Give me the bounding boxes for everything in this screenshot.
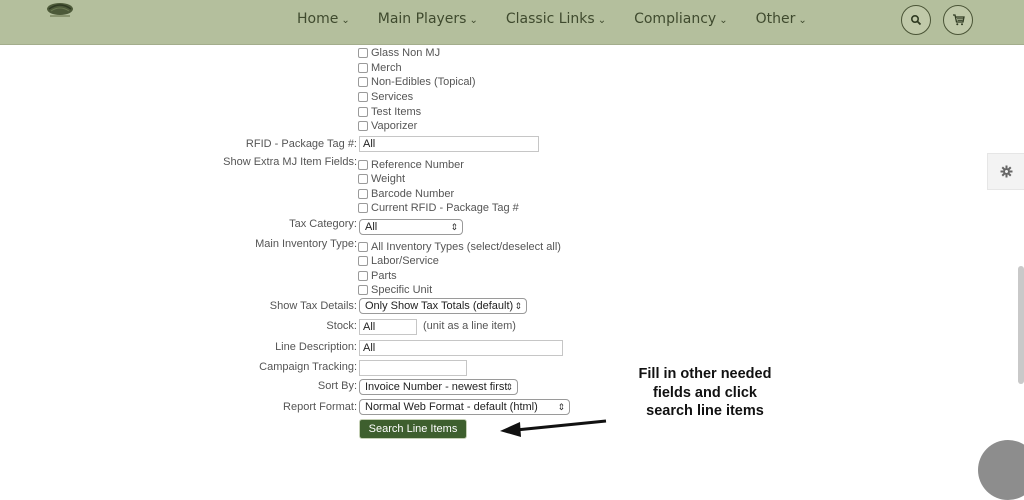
nav-main-players-label: Main Players: [377, 11, 467, 27]
checkbox[interactable]: [358, 63, 368, 73]
option-label: Merch: [371, 62, 402, 74]
select-arrows-icon: ⇕: [450, 222, 458, 232]
chevron-down-icon: ⌄: [597, 15, 607, 26]
callout-line: fields and click: [653, 384, 757, 401]
extra-field-option[interactable]: Current RFID - Package Tag #: [358, 201, 519, 215]
item-type-option[interactable]: Non-Edibles (Topical): [358, 75, 476, 89]
checkbox[interactable]: [358, 256, 368, 266]
checkbox[interactable]: [358, 121, 368, 131]
line-description-label: Line Description:: [275, 341, 357, 353]
checkbox[interactable]: [358, 285, 368, 295]
inventory-type-option[interactable]: Specific Unit: [358, 283, 432, 297]
chevron-down-icon: ⌄: [719, 15, 728, 26]
settings-tab[interactable]: [987, 153, 1024, 190]
nav-main-players[interactable]: Main Players ⌄: [378, 11, 478, 27]
option-label: All Inventory Types (select/deselect all…: [371, 241, 561, 253]
nav-home[interactable]: Home ⌄: [297, 11, 350, 27]
item-type-option[interactable]: Merch: [358, 61, 402, 75]
top-navigation-bar: Home ⌄ Main Players ⌄ Classic Links ⌄ Compl…: [0, 0, 1024, 45]
option-label: Specific Unit: [371, 284, 433, 296]
campaign-tracking-label: Campaign Tracking:: [259, 361, 357, 373]
chevron-down-icon: ⌄: [469, 15, 478, 26]
nav-home-label: Home: [297, 11, 339, 27]
annotation-arrow-icon: [500, 419, 607, 437]
callout-line: search line items: [646, 403, 764, 419]
sort-by-label: Sort By:: [317, 380, 357, 392]
tax-category-label: Tax Category:: [289, 218, 357, 230]
main-inventory-type-label: Main Inventory Type:: [255, 238, 357, 250]
option-label: Services: [371, 91, 414, 103]
chevron-down-icon: ⌄: [798, 15, 807, 26]
option-label: Current RFID - Package Tag #: [371, 202, 519, 214]
checkbox[interactable]: [358, 203, 368, 213]
checkbox[interactable]: [358, 107, 368, 117]
checkbox[interactable]: [358, 92, 368, 102]
stock-label: Stock:: [326, 320, 357, 332]
item-type-option[interactable]: Test Items: [358, 105, 421, 119]
extra-field-option[interactable]: Barcode Number: [358, 187, 454, 201]
search-button[interactable]: [901, 5, 931, 35]
cart-icon: [952, 14, 965, 26]
stock-input[interactable]: All: [359, 319, 417, 335]
tax-details-select[interactable]: Only Show Tax Totals (default) ⇕: [359, 298, 527, 314]
inventory-type-option[interactable]: Labor/Service: [358, 254, 439, 268]
cart-button[interactable]: [943, 5, 973, 35]
gear-icon: [1000, 165, 1012, 178]
checkbox[interactable]: [358, 77, 368, 87]
select-value: All: [365, 221, 378, 233]
option-label: Glass Non MJ: [371, 47, 441, 59]
checkbox[interactable]: [358, 174, 368, 184]
tax-details-label: Show Tax Details:: [269, 300, 357, 312]
select-arrows-icon: ⇕: [514, 301, 522, 311]
instruction-callout: Fill in other needed fields and click se…: [605, 365, 805, 421]
inventory-type-option[interactable]: All Inventory Types (select/deselect all…: [358, 240, 561, 254]
logo-icon[interactable]: [44, 0, 76, 18]
main-nav: Home ⌄ Main Players ⌄ Classic Links ⌄ Compl…: [297, 11, 835, 27]
option-label: Parts: [371, 270, 397, 282]
checkbox[interactable]: [358, 271, 368, 281]
checkbox[interactable]: [358, 160, 368, 170]
extra-field-option[interactable]: Weight: [358, 172, 405, 186]
nav-other-label: Other: [755, 11, 796, 27]
nav-other[interactable]: Other ⌄: [756, 11, 807, 27]
search-icon: [910, 14, 922, 26]
option-label: Barcode Number: [371, 188, 455, 200]
checkbox[interactable]: [358, 242, 368, 252]
extra-field-option[interactable]: Reference Number: [358, 158, 464, 172]
sort-by-select[interactable]: Invoice Number - newest first ⇕: [359, 379, 518, 395]
rfid-label: RFID - Package Tag #:: [245, 138, 357, 150]
campaign-tracking-input[interactable]: [359, 360, 467, 376]
option-label: Test Items: [371, 106, 422, 118]
option-label: Non-Edibles (Topical): [371, 76, 476, 88]
tax-category-select[interactable]: All ⇕: [359, 219, 463, 235]
chevron-down-icon: ⌄: [341, 15, 350, 26]
inventory-type-option[interactable]: Parts: [358, 269, 397, 283]
extra-fields-label: Show Extra MJ Item Fields:: [223, 156, 357, 168]
nav-classic-links-label: Classic Links: [505, 11, 595, 27]
nav-compliancy-label: Compliancy: [634, 11, 717, 27]
nav-classic-links[interactable]: Classic Links ⌄: [506, 11, 606, 27]
stock-note: (unit as a line item): [423, 320, 516, 332]
select-arrows-icon: ⇕: [505, 382, 513, 392]
chat-bubble-button[interactable]: [978, 440, 1024, 500]
option-label: Weight: [371, 173, 406, 185]
item-type-option[interactable]: Glass Non MJ: [358, 46, 440, 60]
option-label: Vaporizer: [371, 120, 418, 132]
item-type-option[interactable]: Services: [358, 90, 413, 104]
rfid-input[interactable]: All: [359, 136, 539, 152]
scrollbar-thumb[interactable]: [1018, 266, 1024, 384]
checkbox[interactable]: [358, 48, 368, 58]
option-label: Labor/Service: [371, 255, 439, 267]
checkbox[interactable]: [358, 189, 368, 199]
item-type-option[interactable]: Vaporizer: [358, 119, 417, 133]
line-description-input[interactable]: All: [359, 340, 563, 356]
select-value: Invoice Number - newest first: [365, 381, 508, 393]
nav-compliancy[interactable]: Compliancy ⌄: [634, 11, 727, 27]
report-format-label: Report Format:: [283, 401, 357, 413]
callout-line: Fill in other needed: [638, 366, 772, 382]
option-label: Reference Number: [371, 159, 464, 171]
search-line-items-button[interactable]: Search Line Items: [359, 419, 467, 439]
select-value: Only Show Tax Totals (default): [365, 300, 514, 312]
